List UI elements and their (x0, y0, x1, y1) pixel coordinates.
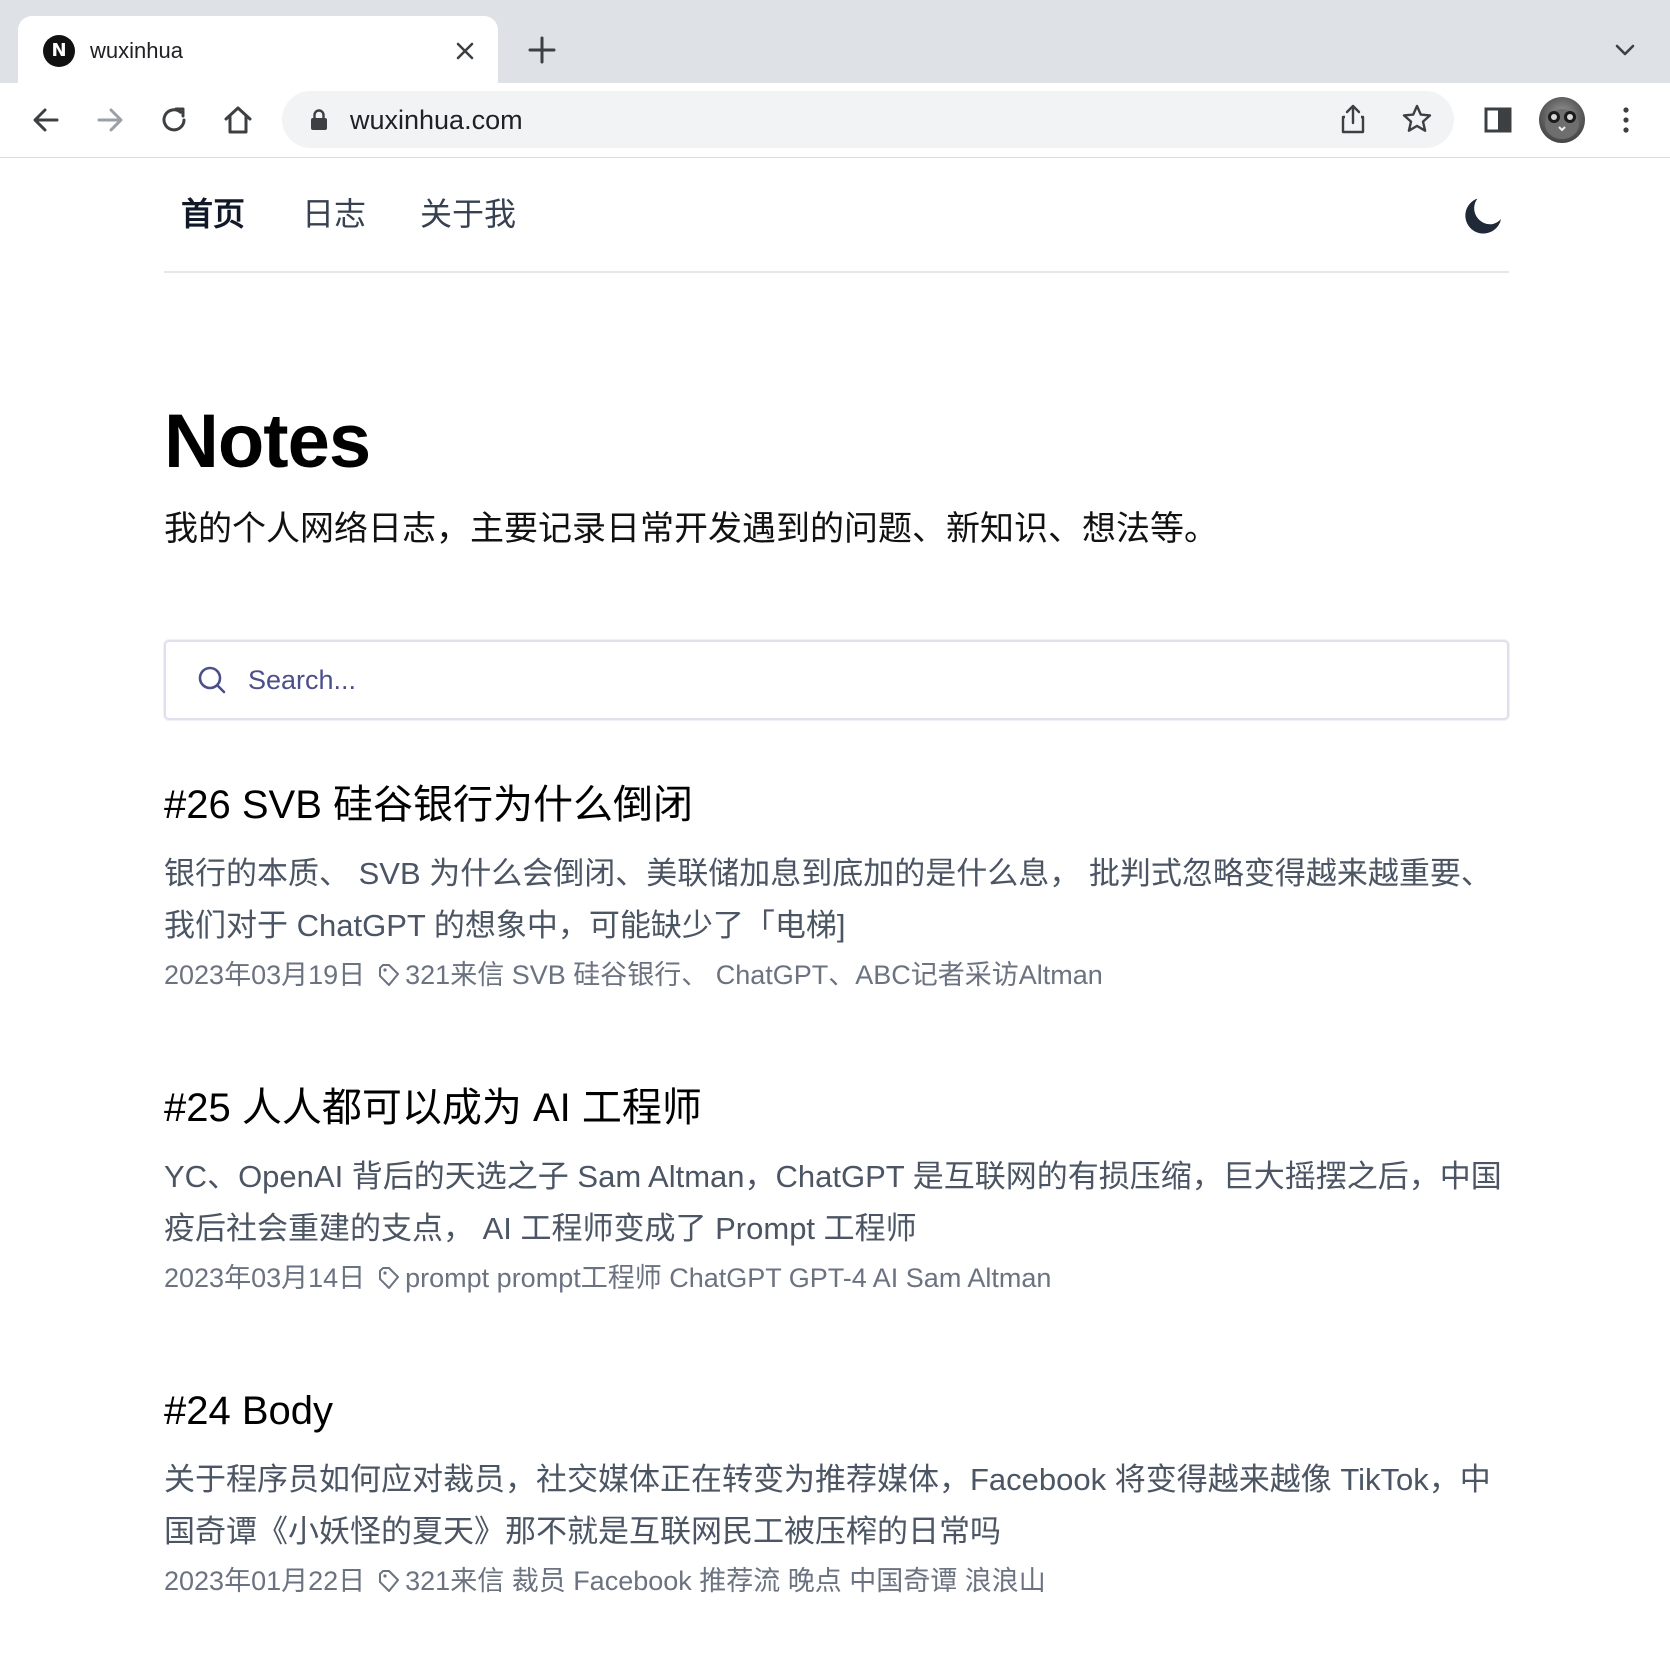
close-tab-icon[interactable] (450, 36, 480, 66)
forward-arrow-icon[interactable] (91, 101, 129, 139)
new-tab-icon[interactable] (525, 33, 559, 67)
dark-mode-moon-icon[interactable] (1463, 192, 1507, 236)
home-icon[interactable] (219, 101, 257, 139)
avatar-image-icon (1545, 109, 1579, 139)
search-input[interactable] (246, 656, 1480, 704)
url-text[interactable]: wuxinhua.com (350, 103, 523, 137)
search-box[interactable] (164, 640, 1509, 720)
post-tags: prompt prompt工程师 ChatGPT GPT-4 AI Sam Al… (405, 1263, 1052, 1293)
site-nav: 首页 日志 关于我 (164, 158, 1509, 273)
tag-icon (379, 964, 400, 986)
nav-item-about[interactable]: 关于我 (420, 192, 516, 236)
bookmark-star-icon[interactable] (1400, 102, 1434, 136)
post-date: 2023年01月22日 (164, 1566, 366, 1596)
post-summary: 关于程序员如何应对裁员，社交媒体正在转变为推荐媒体，Facebook 将变得越来… (164, 1462, 1491, 1549)
post-meta: 2023年03月14日 prompt prompt工程师 ChatGPT GPT-… (164, 1259, 1051, 1297)
page-description: 我的个人网络日志，主要记录日常开发遇到的问题、新知识、想法等。 (164, 510, 1218, 548)
lock-icon[interactable] (307, 108, 331, 132)
back-arrow-icon[interactable] (27, 101, 65, 139)
search-icon (198, 666, 226, 694)
post-date: 2023年03月14日 (164, 1263, 366, 1293)
browser-toolbar: wuxinhua.com (0, 83, 1670, 158)
browser-tab[interactable]: N wuxinhua (18, 16, 498, 83)
address-bar[interactable]: wuxinhua.com (282, 91, 1454, 148)
tag-icon (379, 1267, 400, 1289)
chevron-down-icon[interactable] (1611, 36, 1639, 64)
post-title[interactable]: #24 Body (164, 1384, 333, 1438)
nav-item-home[interactable]: 首页 (181, 192, 245, 236)
post-title[interactable]: #25 人人都可以成为 AI 工程师 (164, 1081, 702, 1135)
post-meta: 2023年03月19日 321来信 SVB 硅谷银行、 ChatGPT、ABC记者… (164, 956, 1103, 994)
post-tags: 321来信 裁员 Facebook 推荐流 晚点 中国奇谭 浪浪山 (405, 1566, 1046, 1596)
page-content: 首页 日志 关于我 Notes 我的个人网络日志，主要记录日常开发遇到的问题、新… (0, 158, 1670, 1678)
post-summary: 银行的本质、 SVB 为什么会倒闭、美联储加息到底加的是什么息， 批判式忽略变得… (164, 856, 1492, 943)
browser-tab-strip: N wuxinhua (0, 0, 1670, 83)
nav-item-blog[interactable]: 日志 (302, 192, 366, 236)
tag-icon (379, 1570, 400, 1592)
tab-title: wuxinhua (90, 38, 183, 63)
post-meta: 2023年01月22日 321来信 裁员 Facebook 推荐流 晚点 中国奇谭… (164, 1562, 1046, 1600)
more-menu-icon[interactable] (1607, 101, 1645, 139)
profile-avatar[interactable] (1539, 97, 1585, 143)
post-title[interactable]: #26 SVB 硅谷银行为什么倒闭 (164, 778, 693, 832)
post-tags: 321来信 SVB 硅谷银行、 ChatGPT、ABC记者采访Altman (405, 960, 1103, 990)
reload-icon[interactable] (155, 101, 193, 139)
page-title: Notes (164, 399, 371, 484)
post-summary: YC、OpenAI 背后的天选之子 Sam Altman，ChatGPT 是互联… (164, 1159, 1502, 1246)
side-panel-icon[interactable] (1479, 101, 1517, 139)
post-date: 2023年03月19日 (164, 960, 366, 990)
share-icon[interactable] (1336, 102, 1370, 136)
site-favicon-icon: N (43, 35, 75, 67)
